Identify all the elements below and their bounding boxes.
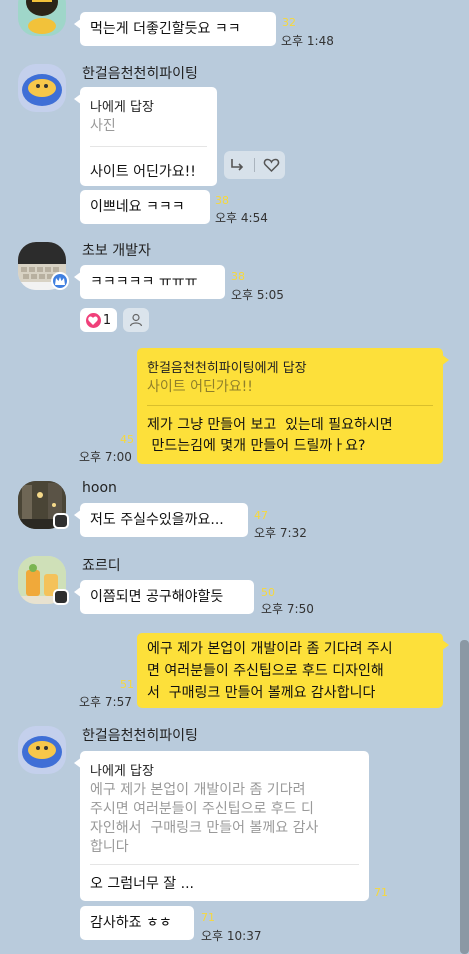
reply-divider [90,864,359,865]
sender-name: 죠르디 [82,558,121,574]
message-line: 만드는김에 몇개 만들어 드릴까ㅏ요? [147,438,366,454]
unread-count: 32 [282,16,296,29]
reaction-count: 1 [102,312,112,328]
scrollbar[interactable] [460,640,469,954]
message-bubble[interactable]: 이쯤되면 공구해야할듯 [74,580,254,614]
reply-arrow-icon[interactable] [227,155,247,175]
sender-name: 한걸음천천히파이팅 [82,66,198,82]
message-bubble[interactable]: ㅋㅋㅋㅋㅋ ㅠㅠㅠ [74,265,225,299]
avatar-character-icon [26,0,58,34]
message-text: 이쁘네요 ㅋㅋㅋ [90,199,185,215]
reaction-members[interactable] [123,308,149,332]
message-bubble[interactable]: 이쁘네요 ㅋㅋㅋ [80,190,210,224]
message-bubble[interactable]: 먹는게 더좋긴할듯요 ㅋㅋ [74,12,276,46]
reaction-heart[interactable]: 1 [80,308,117,332]
message-text: 오 그럼너무 잘 ... [90,876,194,892]
person-icon [129,313,143,327]
timestamp: 오후 10:37 [201,929,262,943]
unread-count: 45 [120,433,134,446]
reply-quote: 주시면 여러분들이 주신팁으로 후드 디 [90,801,314,817]
reply-quote: 에구 제가 본업이 개발이라 좀 기다려 [90,782,306,798]
message-bubble[interactable]: 감사하죠 ㅎㅎ [80,906,194,940]
unread-count: 38 [215,194,229,207]
reply-quote: 자인해서 구매링크 만들어 볼께요 감사 [90,820,319,836]
message-line: 면 여러분들이 주신팁으로 후드 디자인해 [147,663,384,679]
message-text: 이쯤되면 공구해야할듯 [90,589,224,605]
reply-message-bubble[interactable]: 나에게 답장 사진 사이트 어딘가요!! [74,87,217,186]
reply-label: 한걸음천천히파이팅에게 답장 [147,361,307,376]
reply-label: 나에게 답장 [90,764,154,779]
reply-message-bubble[interactable]: 나에게 답장 에구 제가 본업이 개발이라 좀 기다려 주시면 여러분들이 주신… [74,751,369,901]
unread-count: 47 [254,509,268,522]
heart-reaction-icon [85,312,101,328]
message-line: 제가 그냥 만들어 보고 있는데 필요하시면 [147,417,393,433]
sender-name: 한걸음천천히파이팅 [82,728,198,744]
message-bubble[interactable]: 저도 주실수있을까요... [74,503,248,537]
my-message-bubble[interactable]: 에구 제가 본업이 개발이라 좀 기다려 주시 면 여러분들이 주신팁으로 후드… [137,633,449,708]
reply-quote: 사진 [90,118,116,134]
unread-count: 51 [120,678,134,691]
unread-count: 71 [374,886,388,899]
timestamp: 오후 5:05 [231,288,284,302]
sender-name: 초보 개발자 [82,243,151,259]
host-crown-icon [51,272,69,290]
unread-count: 71 [201,911,215,924]
reply-divider [90,146,207,147]
timestamp: 오후 7:50 [261,602,314,616]
unread-count: 50 [261,586,275,599]
avatar-character-icon [22,74,62,106]
unread-count: 38 [231,270,245,283]
message-line: 서 구매링크 만들어 볼께요 감사합니다 [147,685,376,701]
timestamp: 오후 1:48 [281,34,334,48]
message-text: 저도 주실수있을까요... [90,512,224,528]
reply-label: 나에게 답장 [90,100,154,115]
heart-icon[interactable] [262,155,282,175]
timestamp: 오후 4:54 [215,211,268,225]
message-text: ㅋㅋㅋㅋㅋ ㅠㅠㅠ [90,274,198,290]
avatar[interactable] [18,64,66,112]
timestamp: 오후 7:00 [79,450,132,464]
message-line: 에구 제가 본업이 개발이라 좀 기다려 주시 [147,641,393,657]
sender-name: hoon [82,480,117,496]
reply-divider [147,405,433,406]
reply-quote: 사이트 어딘가요!! [147,379,253,395]
profile-badge-icon [53,589,69,605]
avatar[interactable] [18,726,66,774]
message-actions [224,151,285,179]
reply-quote: 합니다 [90,839,129,855]
timestamp: 오후 7:57 [79,695,132,709]
profile-badge-icon [53,513,69,529]
message-text: 사이트 어딘가요!! [90,164,196,180]
timestamp: 오후 7:32 [254,526,307,540]
avatar-character-icon [22,736,62,768]
message-text: 먹는게 더좋긴할듯요 ㅋㅋ [90,21,241,37]
my-reply-message-bubble[interactable]: 한걸음천천히파이팅에게 답장 사이트 어딘가요!! 제가 그냥 만들어 보고 있… [137,348,449,464]
avatar[interactable] [18,0,66,36]
message-text: 감사하죠 ㅎㅎ [90,915,172,931]
